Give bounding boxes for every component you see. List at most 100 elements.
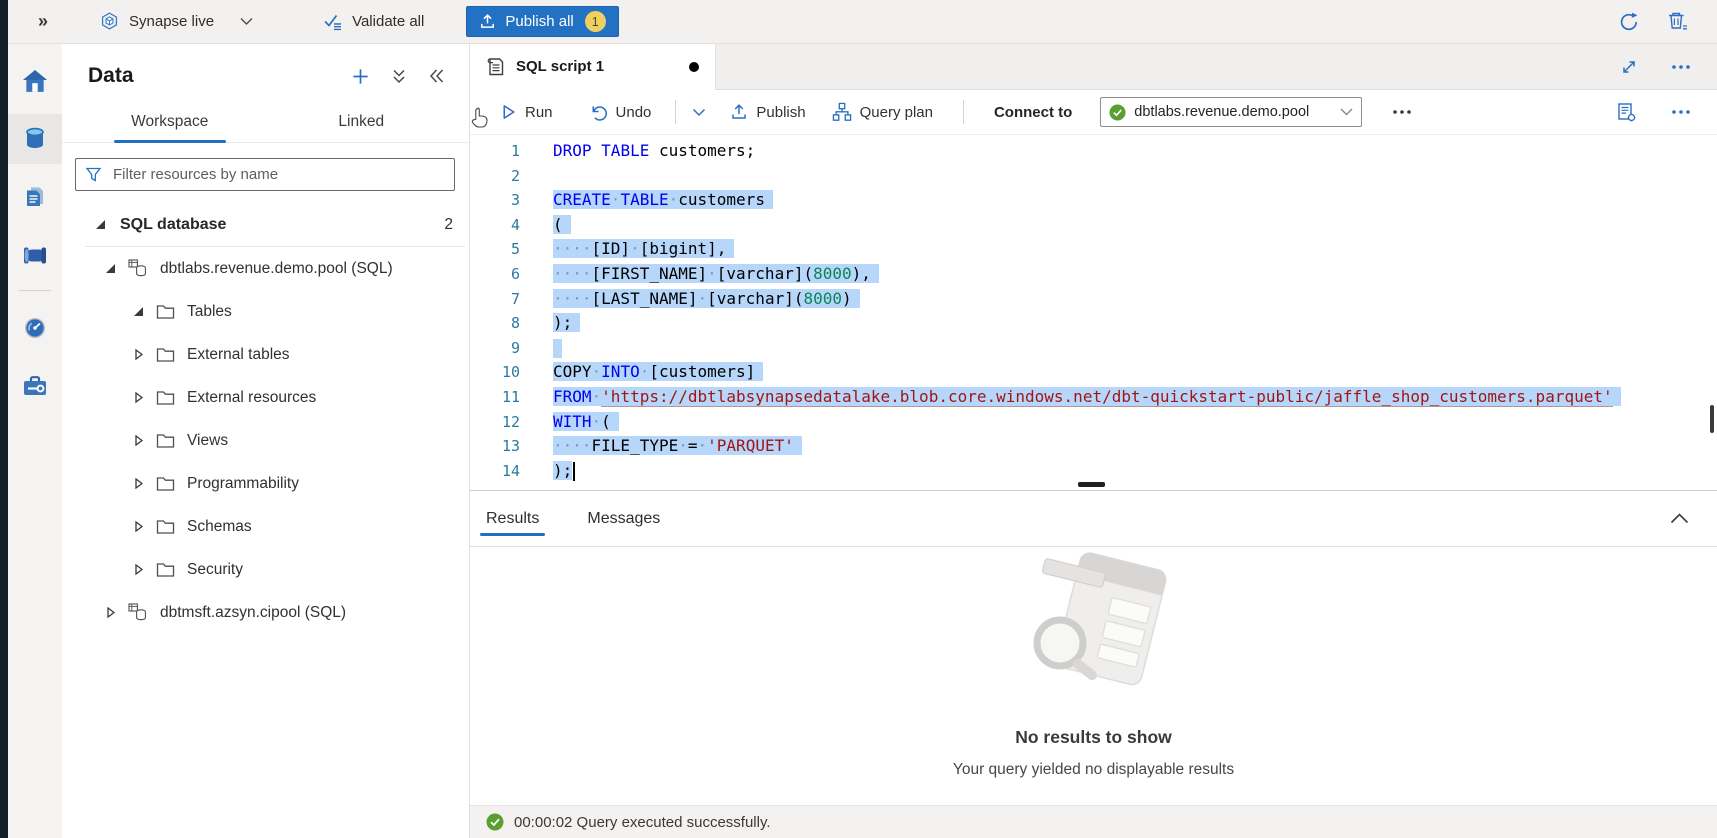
run-button[interactable]: Run [500, 103, 553, 121]
integrate-pipeline-icon [22, 244, 49, 267]
tree-item-views[interactable]: Views [62, 419, 469, 462]
publish-button[interactable]: Publish [730, 103, 805, 121]
undo-button[interactable]: Undo [589, 103, 652, 122]
publish-all-button[interactable]: Publish all 1 [466, 6, 618, 37]
query-status-bar: 00:00:02 Query executed successfully. [470, 805, 1717, 838]
code-line-11[interactable]: 11FROM·'https://dbtlabsynapsedatalake.bl… [470, 385, 1717, 410]
toolbar-divider [675, 100, 676, 124]
sql-code-editor[interactable]: 1DROP TABLE customers;23CREATE·TABLE·cus… [470, 135, 1717, 490]
connect-to-label: Connect to [994, 104, 1072, 121]
code-line-6[interactable]: 6····[FIRST_NAME]·[varchar](8000), [470, 262, 1717, 287]
tab-workspace[interactable]: Workspace [74, 104, 266, 142]
tree-item-schemas[interactable]: Schemas [62, 505, 469, 548]
sql-pool-database-icon [128, 603, 148, 622]
branch-selector[interactable]: Synapse live [100, 12, 253, 31]
code-line-9[interactable]: 9 [470, 336, 1717, 361]
filter-input[interactable] [111, 165, 445, 184]
line-number: 8 [470, 311, 520, 336]
code-line-3[interactable]: 3CREATE·TABLE·customers [470, 188, 1717, 213]
collapse-panel-icon[interactable] [428, 68, 445, 84]
caret-collapsed-icon [105, 607, 116, 618]
publish-count-badge: 1 [585, 11, 606, 32]
publish-icon [730, 103, 748, 121]
tree-item-external-resources[interactable]: External resources [62, 376, 469, 419]
line-number: 14 [470, 459, 520, 484]
code-line-4[interactable]: 4( [470, 213, 1717, 238]
resource-tree: SQL database 2 dbtlabs.revenue.demo.pool… [62, 203, 469, 634]
folder-icon [156, 433, 175, 449]
tab-results[interactable]: Results [480, 491, 545, 546]
line-number: 3 [470, 188, 520, 213]
horizontal-scrollbar-thumb[interactable] [1078, 482, 1105, 487]
collapse-results-chevron-icon[interactable] [1670, 513, 1689, 524]
undo-icon [589, 103, 608, 122]
code-line-13[interactable]: 13····FILE_TYPE·=·'PARQUET' [470, 434, 1717, 459]
caret-expanded-icon [95, 219, 106, 230]
tree-section-label: SQL database [120, 216, 226, 234]
code-line-7[interactable]: 7····[LAST_NAME]·[varchar](8000) [470, 287, 1717, 312]
code-line-2[interactable]: 2 [470, 164, 1717, 189]
vertical-scrollbar-thumb[interactable] [1710, 405, 1714, 433]
code-line-5[interactable]: 5····[ID]·[bigint], [470, 237, 1717, 262]
line-number: 11 [470, 385, 520, 410]
rail-divider [19, 290, 51, 291]
empty-results-state: No results to show Your query yielded no… [470, 551, 1717, 779]
code-line-12[interactable]: 12WITH·( [470, 410, 1717, 435]
chevron-down-icon [240, 17, 253, 26]
tab-messages[interactable]: Messages [581, 491, 666, 546]
script-settings-icon[interactable] [1616, 102, 1637, 123]
run-options-chevron-icon[interactable] [692, 108, 706, 117]
tab-sql-script-1[interactable]: SQL script 1 [470, 44, 716, 90]
pool-chevron-icon [1340, 108, 1353, 116]
tree-item-label: Programmability [187, 475, 299, 493]
caret-expanded-icon [133, 306, 144, 317]
toolbar-more-icon[interactable] [1392, 109, 1412, 115]
tree-section-sql-database[interactable]: SQL database 2 [62, 203, 469, 246]
folder-icon [156, 347, 175, 363]
left-edge-strip [0, 0, 8, 838]
tree-item-external-tables[interactable]: External tables [62, 333, 469, 376]
tree-item-security[interactable]: Security [62, 548, 469, 591]
tree-item-dbtlabs-revenue-demo-pool-sql[interactable]: dbtlabs.revenue.demo.pool (SQL) [62, 247, 469, 290]
tree-item-tables[interactable]: Tables [62, 290, 469, 333]
rail-item-monitor[interactable] [8, 303, 62, 353]
hub-navigation-rail [8, 44, 62, 838]
line-number: 6 [470, 262, 520, 287]
validate-check-icon [323, 13, 343, 31]
collapse-all-icon[interactable] [391, 68, 407, 85]
panel-title: Data [88, 64, 134, 88]
rail-item-data[interactable] [8, 114, 62, 164]
query-plan-label: Query plan [860, 104, 933, 121]
code-line-10[interactable]: 10COPY·INTO·[customers] [470, 360, 1717, 385]
tree-item-dbtmsft-azsyn-cipool-sql[interactable]: dbtmsft.azsyn.cipool (SQL) [62, 591, 469, 634]
script-tab-title: SQL script 1 [516, 58, 604, 75]
tab-linked[interactable]: Linked [266, 104, 458, 142]
editor-more-icon[interactable] [1671, 109, 1691, 115]
expand-editor-icon[interactable] [1620, 58, 1638, 76]
home-icon [22, 69, 48, 93]
rail-item-home[interactable] [8, 56, 62, 106]
expand-menu-icon[interactable]: » [38, 11, 48, 32]
caret-collapsed-icon [133, 564, 144, 575]
rail-item-manage[interactable] [8, 361, 62, 411]
rail-item-integrate[interactable] [8, 230, 62, 280]
code-line-14[interactable]: 14); [470, 459, 1717, 484]
pool-select-dropdown[interactable]: dbtlabs.revenue.demo.pool [1100, 97, 1362, 127]
discard-trash-icon[interactable] [1666, 10, 1689, 33]
line-number: 7 [470, 287, 520, 312]
publish-all-label: Publish all [505, 13, 573, 30]
unsaved-changes-dot [689, 62, 699, 72]
publish-label: Publish [756, 104, 805, 121]
refresh-icon[interactable] [1618, 11, 1640, 33]
tree-item-label: External resources [187, 389, 316, 407]
empty-results-title: No results to show [470, 727, 1717, 748]
query-plan-button[interactable]: Query plan [832, 102, 933, 122]
code-line-1[interactable]: 1DROP TABLE customers; [470, 139, 1717, 164]
add-resource-icon[interactable] [351, 67, 370, 86]
code-line-8[interactable]: 8); [470, 311, 1717, 336]
validate-all-button[interactable]: Validate all [323, 13, 424, 31]
tree-item-programmability[interactable]: Programmability [62, 462, 469, 505]
tab-more-options-icon[interactable] [1671, 64, 1691, 70]
rail-item-develop[interactable] [8, 172, 62, 222]
folder-icon [156, 390, 175, 406]
